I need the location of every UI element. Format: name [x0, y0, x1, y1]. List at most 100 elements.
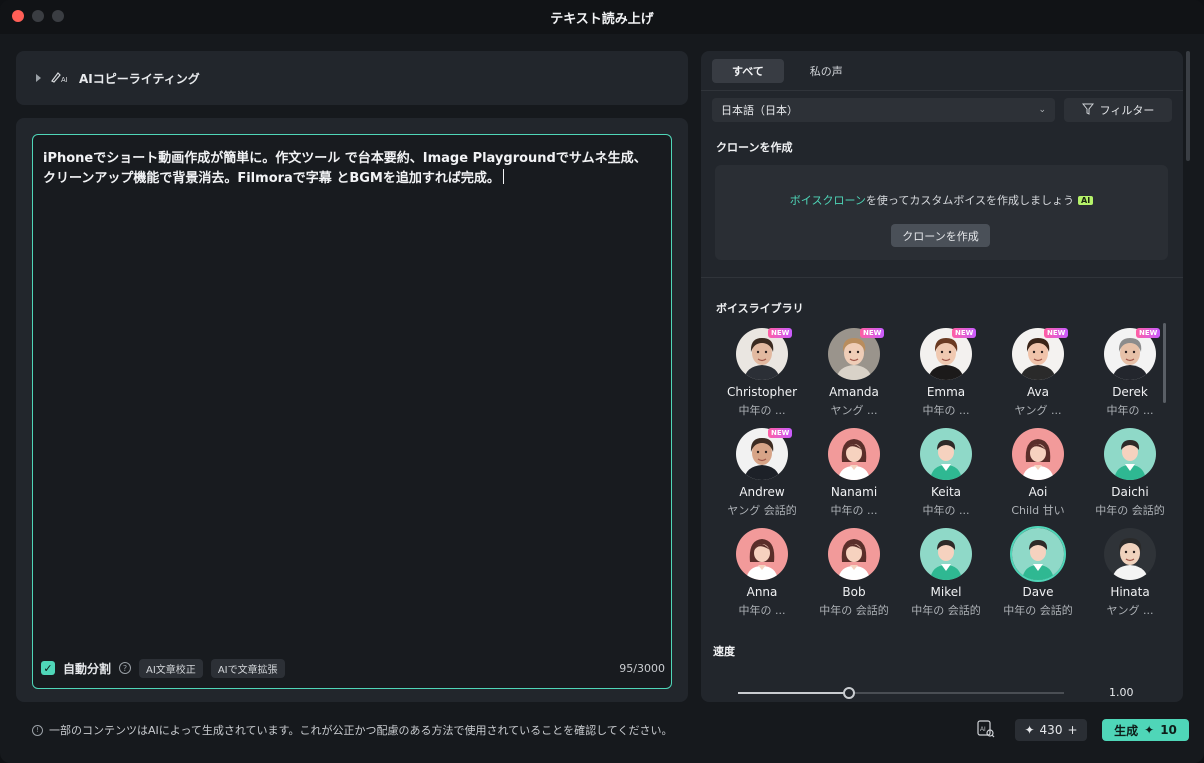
speed-slider-handle[interactable] — [842, 687, 855, 699]
voice-description: Child 甘い — [1011, 504, 1065, 517]
filter-icon — [1081, 103, 1094, 118]
new-badge: NEW — [1136, 328, 1161, 338]
ai-pen-icon: AI — [51, 71, 69, 86]
speed-slider-fill — [738, 692, 849, 694]
voice-description: 中年の 会話的 — [911, 604, 981, 617]
voice-description: 中年の 会話的 — [819, 604, 889, 617]
voice-name: Dave — [1022, 585, 1054, 599]
voice-card-ava[interactable]: NEW Ava ヤング ... — [992, 328, 1084, 424]
voice-name: Hinata — [1110, 585, 1150, 599]
window-title: テキスト読み上げ — [550, 11, 654, 27]
new-badge: NEW — [768, 428, 793, 438]
new-badge: NEW — [768, 328, 793, 338]
clone-section-title: クローンを作成 — [716, 141, 793, 154]
voice-name: Emma — [926, 385, 966, 399]
voice-name: Amanda — [829, 385, 879, 399]
voice-name: Daichi — [1111, 485, 1149, 499]
editor-footer: ✓ 自動分割 ? AI文章校正 AIで文章拡張 95/3000 — [41, 658, 665, 678]
ai-proofread-button[interactable]: AI文章校正 — [139, 658, 203, 678]
speed-slider[interactable] — [738, 687, 1064, 699]
voice-description: 中年の ... — [738, 604, 786, 617]
voice-description: 中年の 会話的 — [1003, 604, 1073, 617]
filter-label: フィルター — [1099, 104, 1155, 117]
new-badge: NEW — [860, 328, 885, 338]
character-counter: 95/3000 — [619, 661, 665, 675]
language-value: 日本語（日本） — [721, 104, 798, 117]
voice-list-scrollbar[interactable] — [1163, 323, 1166, 403]
panel-scrollbar[interactable] — [1186, 51, 1190, 161]
info-icon: ! — [32, 724, 43, 736]
generate-button[interactable]: 生成 ✦ 10 — [1102, 719, 1189, 741]
tts-window: テキスト読み上げ AI AIコピーライティング iPhoneでショート動画作成が… — [0, 0, 1204, 763]
voice-card-bob[interactable]: Bob 中年の 会話的 — [808, 528, 900, 624]
voice-name: Ava — [1027, 385, 1049, 399]
voice-card-christopher[interactable]: NEW Christopher 中年の ... — [716, 328, 808, 424]
caret-right-icon — [36, 74, 41, 82]
add-credits-icon[interactable]: + — [1067, 723, 1077, 737]
tabs-divider — [701, 90, 1183, 91]
chevron-down-icon: ⌄ — [1038, 105, 1046, 115]
voice-card-nanami[interactable]: Nanami 中年の ... — [808, 428, 900, 524]
voice-card-aoi[interactable]: Aoi Child 甘い — [992, 428, 1084, 524]
avatar — [1104, 528, 1156, 580]
speed-value: 1.00 — [1109, 686, 1134, 699]
voice-description: 中年の ... — [922, 504, 970, 517]
auto-split-checkbox[interactable]: ✓ — [41, 661, 55, 675]
clone-box: ボイスクローンを使ってカスタムボイスを作成しましょう AI クローンを作成 — [715, 165, 1168, 260]
voice-card-mikel[interactable]: Mikel 中年の 会話的 — [900, 528, 992, 624]
voice-clone-link[interactable]: ボイスクローン — [790, 194, 866, 207]
ai-detect-icon: AI — [976, 719, 996, 742]
voice-description: ヤング ... — [1106, 604, 1154, 617]
filter-button[interactable]: フィルター — [1064, 98, 1172, 122]
clone-prompt-text: を使ってカスタムボイスを作成しましょう — [865, 194, 1075, 207]
ai-expand-button[interactable]: AIで文章拡張 — [210, 658, 285, 678]
voice-name: Andrew — [739, 485, 785, 499]
voice-description: 中年の ... — [830, 504, 878, 517]
ai-copywriting-toggle[interactable]: AI AIコピーライティング — [16, 51, 688, 105]
minimize-window-button[interactable] — [32, 10, 44, 22]
voice-card-amanda[interactable]: NEW Amanda ヤング ... — [808, 328, 900, 424]
language-select[interactable]: 日本語（日本） ⌄ — [712, 98, 1055, 122]
avatar — [1012, 528, 1064, 580]
voice-panel: すべて 私の声 日本語（日本） ⌄ フィルター クローンを作成 ボイスクローンを… — [701, 51, 1183, 702]
voice-description: ヤング 会話的 — [727, 504, 797, 517]
ai-disclaimer: ! 一部のコンテンツはAIによって生成されています。これが公正かつ配慮のある方法… — [32, 722, 672, 738]
voice-card-hinata[interactable]: Hinata ヤング ... — [1084, 528, 1176, 624]
script-text-area[interactable]: iPhoneでショート動画作成が簡単に。作文ツール で台本要約、Image Pl… — [32, 134, 672, 689]
voice-name: Bob — [842, 585, 866, 599]
voice-card-anna[interactable]: Anna 中年の ... — [716, 528, 808, 624]
clone-prompt: ボイスクローンを使ってカスタムボイスを作成しましょう AI — [715, 192, 1168, 208]
voice-name: Keita — [930, 485, 962, 499]
voice-description: 中年の ... — [738, 404, 786, 417]
help-icon[interactable]: ? — [119, 662, 132, 674]
credits-button[interactable]: ✦ 430 + — [1015, 719, 1087, 741]
title-bar: テキスト読み上げ — [0, 0, 1204, 34]
voice-description: 中年の ... — [922, 404, 970, 417]
voice-description: 中年の ... — [1106, 404, 1154, 417]
avatar — [920, 528, 972, 580]
close-window-button[interactable] — [12, 10, 24, 22]
voice-name: Christopher — [726, 385, 798, 399]
text-cursor — [502, 169, 504, 184]
ai-detect-button[interactable]: AI — [975, 719, 997, 741]
speed-label: 速度 — [713, 645, 735, 658]
voice-description: ヤング ... — [1014, 404, 1062, 417]
voice-description: ヤング ... — [830, 404, 878, 417]
ai-copywriting-label: AIコピーライティング — [79, 71, 200, 86]
avatar — [828, 528, 880, 580]
tab-my-voice[interactable]: 私の声 — [790, 59, 863, 83]
voice-card-andrew[interactable]: NEW Andrew ヤング 会話的 — [716, 428, 808, 524]
avatar — [920, 428, 972, 480]
voice-card-keita[interactable]: Keita 中年の ... — [900, 428, 992, 524]
maximize-window-button[interactable] — [52, 10, 64, 22]
auto-split-label: 自動分割 — [63, 661, 112, 676]
create-clone-button[interactable]: クローンを作成 — [891, 224, 990, 247]
avatar — [1104, 428, 1156, 480]
window-controls — [12, 10, 64, 22]
avatar — [828, 428, 880, 480]
voice-name: Nanami — [830, 485, 878, 499]
tab-all[interactable]: すべて — [712, 59, 784, 83]
voice-card-daichi[interactable]: Daichi 中年の 会話的 — [1084, 428, 1176, 524]
voice-card-emma[interactable]: NEW Emma 中年の ... — [900, 328, 992, 424]
voice-card-dave[interactable]: Dave 中年の 会話的 — [992, 526, 1084, 624]
